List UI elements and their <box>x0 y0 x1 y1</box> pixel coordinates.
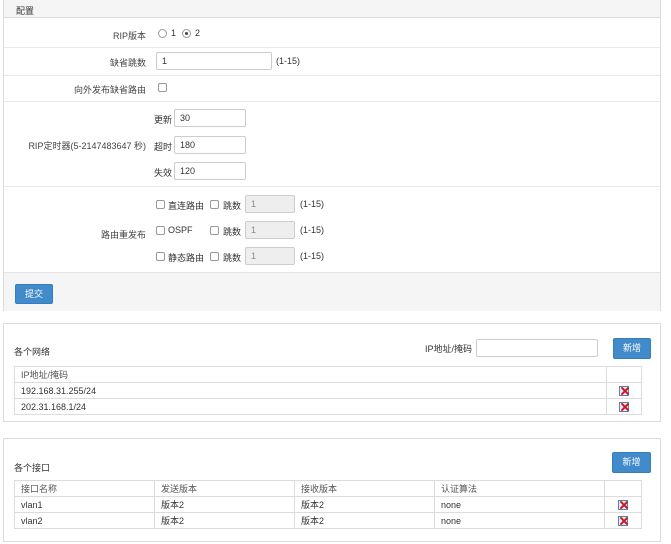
redistribute-static-label: 静态路由 <box>168 253 205 263</box>
rip-version-label: RIP版本 <box>112 31 146 41</box>
table-row: vlan2 版本2 版本2 none <box>14 512 642 529</box>
redistribute-static-range: (1-15) <box>300 251 325 261</box>
default-metric-input[interactable]: 1 <box>156 52 272 70</box>
default-metric-range: (1-15) <box>276 56 301 66</box>
interfaces-panel: 各个接口 新增 接口名称 发送版本 接收版本 认证算法 vlan1 版本2 版本… <box>3 438 661 542</box>
delete-icon[interactable] <box>618 499 628 510</box>
redistribute-static-metric-checkbox[interactable] <box>210 252 219 261</box>
interface-name-link[interactable]: vlan1 <box>14 496 155 513</box>
delete-cell <box>604 496 642 513</box>
auth-cell: none <box>434 512 605 529</box>
timer-invalid-input[interactable]: 120 <box>174 162 246 180</box>
delete-icon[interactable] <box>619 401 629 412</box>
config-panel: 配置 RIP版本 1 2 缺省跳数 1 (1-15) 向外发布缺省路由 RIP定… <box>3 0 661 311</box>
redistribute-connected-metric-input[interactable]: 1 <box>245 195 295 213</box>
column-header <box>604 480 642 497</box>
divider <box>4 186 660 187</box>
interface-add-button[interactable]: 新增 <box>612 452 651 473</box>
default-route-label: 向外发布缺省路由 <box>73 85 146 95</box>
timer-update-label: 更新 <box>154 115 173 125</box>
recv-version-cell: 版本2 <box>294 512 435 529</box>
rip-version-1-label: 1 <box>171 28 177 38</box>
redistribute-connected-checkbox[interactable] <box>156 200 165 209</box>
table-row: vlan1 版本2 版本2 none <box>14 496 642 513</box>
timer-invalid-label: 失效 <box>154 168 173 178</box>
divider <box>4 47 660 48</box>
timer-update-input[interactable]: 30 <box>174 109 246 127</box>
rip-version-2-label: 2 <box>195 28 201 38</box>
networks-title: 各个网络 <box>14 347 51 357</box>
timer-timeout-input[interactable]: 180 <box>174 136 246 154</box>
default-route-checkbox[interactable] <box>158 83 167 92</box>
send-version-cell: 版本2 <box>154 512 295 529</box>
rip-version-2-radio[interactable] <box>182 29 191 38</box>
send-version-cell: 版本2 <box>154 496 295 513</box>
redistribute-connected-metric-checkbox[interactable] <box>210 200 219 209</box>
redistribute-ospf-metric-input[interactable]: 1 <box>245 221 295 239</box>
networks-panel: 各个网络 IP地址/掩码 新增 IP地址/掩码 192.168.31.255/2… <box>3 323 661 422</box>
delete-icon[interactable] <box>618 515 628 526</box>
rip-version-1-radio[interactable] <box>158 29 167 38</box>
interfaces-title: 各个接口 <box>14 463 51 473</box>
table-header: 接口名称 发送版本 接收版本 认证算法 <box>14 480 642 497</box>
default-metric-label: 缺省跳数 <box>109 58 146 68</box>
redistribute-static-metric-input[interactable]: 1 <box>245 247 295 265</box>
submit-button[interactable]: 提交 <box>15 284 53 304</box>
column-header: 接收版本 <box>294 480 435 497</box>
redistribute-ospf-label: OSPF <box>168 225 193 235</box>
table-row: 192.168.31.255/24 <box>14 382 642 399</box>
config-panel-header: 配置 <box>4 0 660 18</box>
auth-cell: none <box>434 496 605 513</box>
column-header: 接口名称 <box>14 480 155 497</box>
redistribute-metric-label: 跳数 <box>223 201 242 211</box>
config-panel-title: 配置 <box>16 6 35 16</box>
redistribute-ospf-checkbox[interactable] <box>156 226 165 235</box>
interface-name-link[interactable]: vlan2 <box>14 512 155 529</box>
column-header: 发送版本 <box>154 480 295 497</box>
config-footer: 提交 <box>4 272 660 311</box>
redistribute-connected-label: 直连路由 <box>168 201 205 211</box>
redistribute-connected-range: (1-15) <box>300 199 325 209</box>
redistribute-static-checkbox[interactable] <box>156 252 165 261</box>
column-header <box>606 366 642 383</box>
network-add-button[interactable]: 新增 <box>613 338 651 359</box>
network-cell: 202.31.168.1/24 <box>14 398 607 415</box>
timer-timeout-label: 超时 <box>154 142 173 152</box>
timers-label: RIP定时器(5-2147483647 秒) <box>28 141 146 151</box>
redistribute-metric-label: 跳数 <box>223 227 242 237</box>
delete-cell <box>606 382 642 399</box>
divider <box>4 75 660 76</box>
delete-cell <box>604 512 642 529</box>
table-row: 202.31.168.1/24 <box>14 398 642 415</box>
redistribute-ospf-range: (1-15) <box>300 225 325 235</box>
delete-icon[interactable] <box>619 385 629 396</box>
redistribute-metric-label: 跳数 <box>223 253 242 263</box>
interfaces-table: 接口名称 发送版本 接收版本 认证算法 vlan1 版本2 版本2 none v… <box>14 480 642 529</box>
redistribute-label: 路由重发布 <box>100 230 146 240</box>
column-header: 认证算法 <box>434 480 605 497</box>
recv-version-cell: 版本2 <box>294 496 435 513</box>
delete-cell <box>606 398 642 415</box>
redistribute-ospf-metric-checkbox[interactable] <box>210 226 219 235</box>
divider <box>4 101 660 102</box>
networks-table: IP地址/掩码 192.168.31.255/24 202.31.168.1/2… <box>14 366 642 415</box>
network-cell: 192.168.31.255/24 <box>14 382 607 399</box>
network-ip-label: IP地址/掩码 <box>425 344 473 354</box>
column-header: IP地址/掩码 <box>14 366 607 383</box>
network-ip-input[interactable] <box>476 339 598 357</box>
table-header: IP地址/掩码 <box>14 366 642 383</box>
